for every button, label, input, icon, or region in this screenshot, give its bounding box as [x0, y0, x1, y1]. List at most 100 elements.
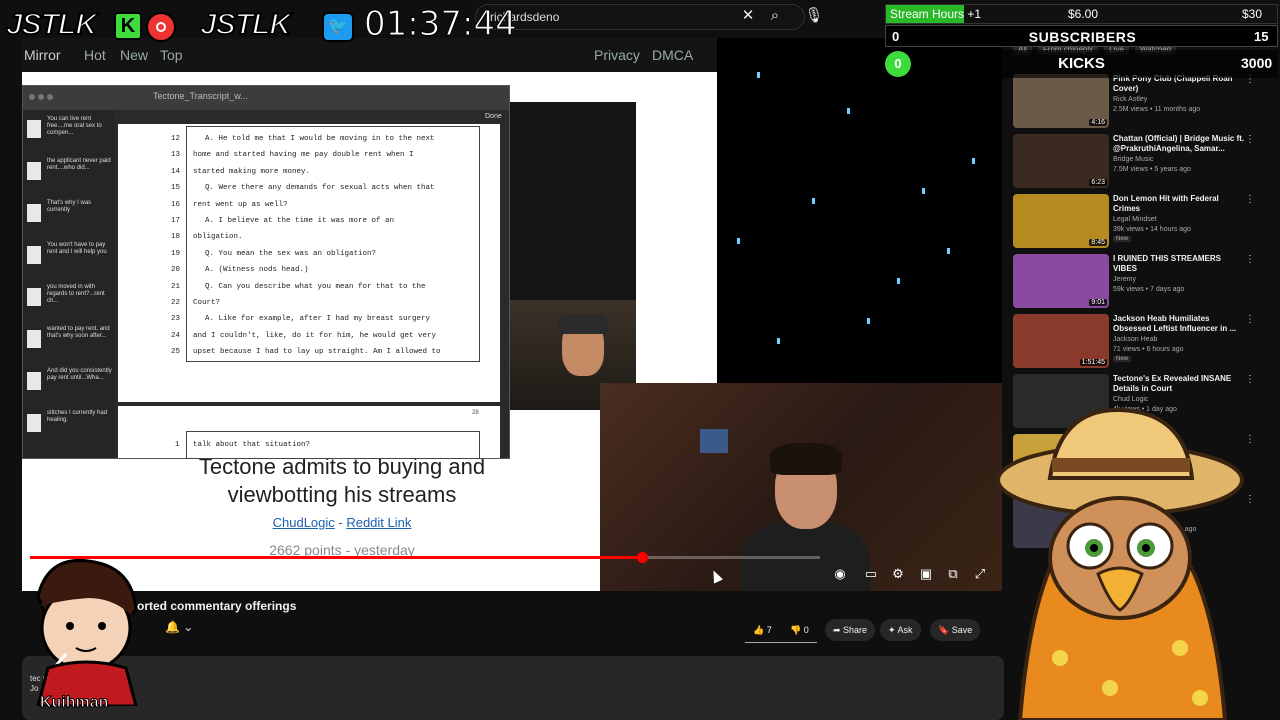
recommended-video[interactable]: 6:23 Chattan (Official) | Bridge Music ft… [1013, 134, 1263, 192]
video-thumbnail[interactable]: 9:01 [1013, 254, 1109, 308]
more-options-icon[interactable]: ⋮ [1245, 374, 1255, 385]
more-options-icon[interactable]: ⋮ [1245, 134, 1255, 145]
settings-gear-icon[interactable]: ⚙ [888, 566, 908, 582]
channel-logo-right: JSTLK [199, 7, 292, 42]
subscriber-goal: SUBSCRIBERS 0 15 [885, 25, 1278, 47]
video-thumbnail[interactable]: 1:51:45 [1013, 314, 1109, 368]
search-result-thumbnail [27, 204, 41, 222]
transcript-line: started making more money. [193, 167, 311, 176]
search-result-text: That's why I was currently [47, 200, 92, 213]
streamer-headphones [558, 314, 608, 334]
nav-new[interactable]: New [120, 47, 148, 63]
pdf-toolbar: Tectone_Transcript_w... [23, 86, 509, 110]
dislike-button[interactable]: 👎 0 [782, 619, 817, 641]
search-result-item[interactable]: stitches I currently had healing. [27, 410, 113, 446]
pdf-filename: Tectone_Transcript_w... [153, 91, 248, 101]
search-result-item[interactable]: That's why I was currently [27, 200, 113, 236]
like-button[interactable]: 👍 7 [745, 619, 780, 641]
video-player[interactable]: Mirror Hot New Top Privacy DMCA Tectone … [22, 38, 1002, 591]
line-number: 17 [171, 217, 181, 225]
more-options-icon[interactable]: ⋮ [1245, 254, 1255, 265]
cast-icon[interactable]: ⧉ [943, 566, 963, 582]
transcript-line: A. (Witness nods head.) [205, 266, 309, 275]
kicks-target: 3000 [1241, 55, 1273, 71]
search-result-item[interactable]: the applicant never paid rent....who did… [27, 158, 113, 194]
video-duration: 1:51:45 [1079, 359, 1107, 366]
stream-hours-right: $30 [1242, 7, 1263, 21]
save-button[interactable]: 🔖 Save [930, 619, 981, 641]
more-options-icon[interactable]: ⋮ [1245, 314, 1255, 325]
star [847, 108, 850, 114]
search-result-text: stitches I currently had healing. [47, 410, 108, 423]
share-label: Share [843, 625, 868, 635]
subscribers-goal: 15 [1254, 29, 1269, 44]
pdf-search-results: You can live rent free....me oral sex to… [23, 110, 115, 458]
kicks-goal: KICKS 0 3000 [885, 50, 1278, 78]
chudlogic-link[interactable]: ChudLogic [273, 515, 335, 530]
nav-top[interactable]: Top [160, 47, 183, 63]
stream-timer: 01:37:44 [364, 4, 518, 45]
search-result-item[interactable]: And did you consistently pay rent until.… [27, 368, 113, 404]
line-number: 19 [171, 249, 181, 258]
transcript-line: Court? [193, 299, 221, 307]
video-title: Don Lemon Hit with Federal Crimes [1113, 194, 1219, 213]
nav-dmca[interactable]: DMCA [652, 47, 693, 63]
search-icon[interactable]: ⌕ [765, 6, 785, 26]
search-result-item[interactable]: you moved in with regards to rent?...ren… [27, 284, 113, 320]
star [757, 72, 760, 78]
nav-hot[interactable]: Hot [84, 47, 106, 63]
star [737, 238, 740, 244]
autoplay-toggle-icon[interactable]: ◉ [830, 566, 850, 582]
video-thumbnail[interactable]: 8:45 [1013, 194, 1109, 248]
recommended-video[interactable]: 1:51:45 Jackson Heab Humiliates Obsessed … [1013, 314, 1263, 372]
share-button[interactable]: ➦ Share [825, 619, 876, 641]
channel-name: Bridge Music [1113, 156, 1154, 163]
fullscreen-icon[interactable]: ⤢ [970, 566, 990, 582]
recommended-video[interactable]: 8:45 Don Lemon Hit with Federal Crimes Leg… [1013, 194, 1263, 252]
video-meta: 71 views • 6 hours ago [1113, 346, 1184, 353]
recommended-video[interactable]: 4:16 Pink Pony Club (Chappell Roan Cover)… [1013, 74, 1263, 132]
notification-bell-icon[interactable]: 🔔 ⌄ [165, 620, 199, 640]
clear-search-icon[interactable]: ✕ [738, 6, 758, 26]
star [947, 248, 950, 254]
more-options-icon[interactable]: ⋮ [1245, 194, 1255, 205]
microphone-icon[interactable]: 🎙 [804, 6, 824, 26]
pdf-viewer-window[interactable]: Tectone_Transcript_w... Done You can liv… [22, 85, 510, 459]
search-result-text: you moved in with regards to rent?...ren… [47, 284, 105, 304]
video-thumbnail[interactable]: 6:23 [1013, 134, 1109, 188]
subtitles-icon[interactable]: ▭ [861, 566, 881, 582]
line-number: 13 [171, 151, 181, 160]
video-duration: 8:45 [1089, 239, 1107, 246]
recommended-video[interactable]: 9:01 I RUINED THIS STREAMERS VIBES Jeremy 5… [1013, 254, 1263, 312]
video-thumbnail[interactable]: 4:16 [1013, 74, 1109, 128]
nav-logo[interactable]: Mirror [24, 47, 61, 63]
post-title[interactable]: Tectone admits to buying and viewbotting… [152, 453, 532, 509]
channel-name: Rick Astley [1113, 96, 1148, 103]
line-number: 18 [171, 233, 181, 242]
search-result-item[interactable]: wanted to pay rent, and that's why soon … [27, 326, 113, 362]
line-number: 16 [171, 200, 181, 209]
ask-button[interactable]: ✦ Ask [880, 619, 921, 641]
progress-scrubber[interactable] [637, 552, 648, 563]
video-meta: 7.5M views • 5 years ago [1113, 166, 1191, 173]
parrot-mascot [996, 407, 1244, 720]
search-result-thumbnail [27, 288, 41, 306]
description-box[interactable]: tec mentary offerings Jo erks: [22, 656, 1004, 720]
reddit-link[interactable]: Reddit Link [346, 515, 411, 530]
miniplayer-icon[interactable]: ▣ [916, 566, 936, 582]
kicks-label: KICKS [1058, 55, 1105, 72]
star [922, 188, 925, 194]
window-zoom-dot[interactable] [47, 94, 53, 100]
transcript-line: Q. You mean the sex was an obligation? [205, 249, 377, 258]
pdf-done-button[interactable]: Done [485, 113, 502, 120]
window-close-dot[interactable] [29, 94, 35, 100]
video-duration: 6:23 [1089, 179, 1107, 186]
search-result-item[interactable]: You can live rent free....me oral sex to… [27, 116, 113, 152]
nav-privacy[interactable]: Privacy [594, 47, 640, 63]
search-result-item[interactable]: You won't have to pay rent and I will he… [27, 242, 113, 278]
reactor-webcam [600, 383, 1002, 591]
window-minimize-dot[interactable] [38, 94, 44, 100]
line-number: 1 [175, 441, 180, 449]
stream-hours-text: Stream Hours [890, 7, 965, 21]
stream-hours-label: Stream Hours +1 [890, 7, 981, 21]
